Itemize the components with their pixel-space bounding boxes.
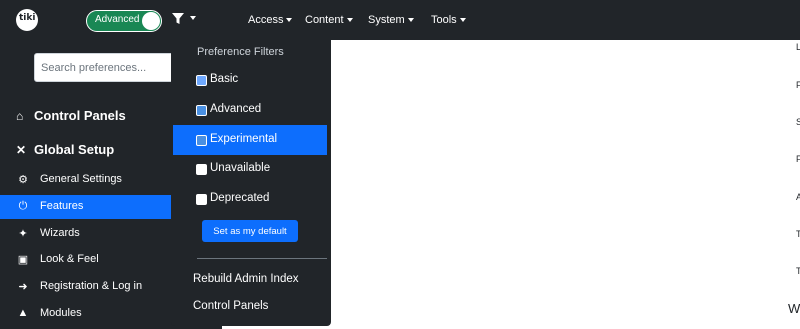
toggle-knob: [142, 12, 160, 30]
control-panels-link[interactable]: Control Panels: [193, 300, 268, 312]
truncated-text: F: [796, 80, 800, 90]
menu-access[interactable]: Access: [248, 14, 293, 26]
preference-filter-button[interactable]: [172, 10, 212, 32]
filter-option-unavailable[interactable]: Unavailable: [173, 154, 327, 184]
truncated-text: A: [796, 192, 800, 202]
filter-option-deprecated[interactable]: Deprecated: [173, 184, 327, 214]
filter-option-advanced[interactable]: Advanced: [173, 95, 327, 125]
cubes-icon: ▲: [17, 307, 29, 319]
menu-content[interactable]: Content: [305, 14, 353, 26]
home-icon: ⌂: [16, 109, 24, 123]
advanced-mode-toggle[interactable]: Advanced: [86, 10, 162, 32]
top-navbar: tiki Advanced Access Content System Tool…: [0, 0, 800, 40]
menu-tools[interactable]: Tools: [431, 14, 466, 26]
checkbox[interactable]: [196, 75, 207, 86]
chevron-down-icon: [190, 16, 196, 20]
checkbox[interactable]: [196, 164, 207, 175]
section-control-panels[interactable]: ⌂ Control Panels: [16, 108, 126, 123]
preference-filters-dropdown: Preference Filters Basic Advanced Experi…: [171, 40, 331, 326]
dropdown-divider: [197, 258, 327, 259]
truncated-heading: W: [788, 301, 800, 316]
filter-option-experimental[interactable]: Experimental: [173, 125, 327, 155]
chevron-down-icon: [346, 18, 353, 23]
truncated-text: L: [796, 42, 800, 52]
menu-system[interactable]: System: [368, 14, 414, 26]
power-icon: ⏻: [18, 200, 28, 212]
truncated-text: T: [796, 266, 800, 276]
truncated-text: F: [796, 154, 800, 164]
filter-icon: [172, 13, 184, 24]
set-as-default-button[interactable]: Set as my default: [202, 220, 298, 242]
gear-icon: ⚙: [18, 174, 28, 186]
truncated-text: S: [796, 117, 800, 127]
checkbox[interactable]: [196, 105, 207, 116]
filter-option-basic[interactable]: Basic: [173, 65, 327, 95]
tiki-logo[interactable]: tiki: [16, 9, 38, 31]
rebuild-admin-index-link[interactable]: Rebuild Admin Index: [193, 273, 298, 285]
search-preferences-input[interactable]: [34, 53, 174, 82]
section-global-setup[interactable]: ✕ Global Setup: [16, 142, 114, 157]
checkbox[interactable]: [196, 135, 207, 146]
checkbox[interactable]: [196, 194, 207, 205]
chevron-down-icon: [407, 18, 414, 23]
image-icon: ▣: [17, 254, 29, 266]
dropdown-title: Preference Filters: [197, 46, 284, 58]
tools-icon: ✕: [16, 143, 27, 157]
wand-icon: ✦: [18, 228, 28, 240]
toggle-label: Advanced: [95, 14, 140, 25]
chevron-down-icon: [459, 18, 466, 23]
chevron-down-icon: [286, 18, 293, 23]
sign-in-icon: ➜: [18, 281, 28, 293]
truncated-text: T: [796, 229, 800, 239]
